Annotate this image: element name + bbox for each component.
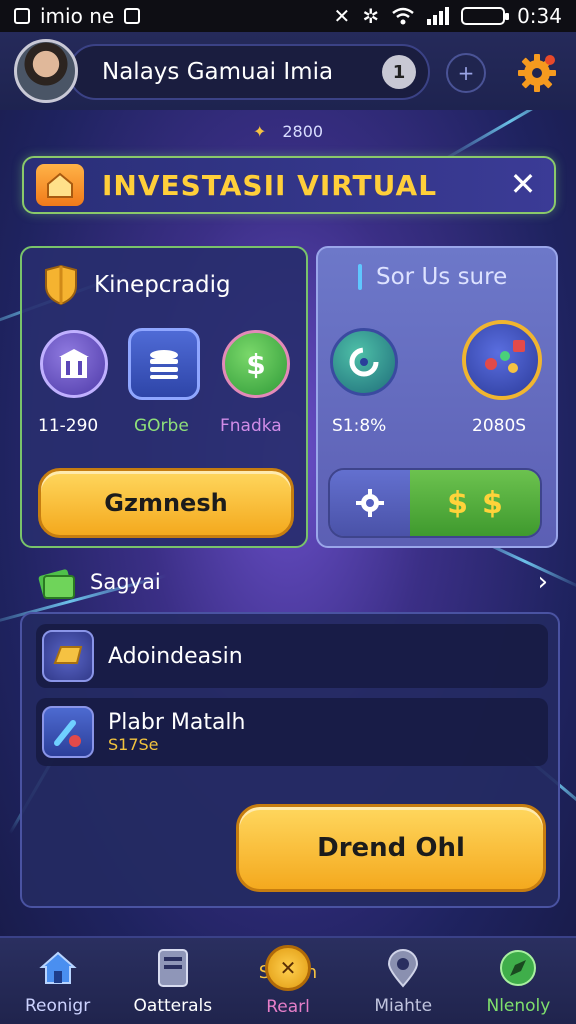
globe-chart-icon[interactable] [462, 320, 542, 400]
status-bar: imio ne ✕ ✲ 0:34 [0, 0, 576, 32]
stat-label-1: 11-290 [38, 416, 99, 436]
money-segment[interactable]: $ $ [410, 470, 540, 536]
avatar[interactable] [14, 39, 78, 103]
cash-stack-icon [38, 569, 75, 599]
section-header-row[interactable]: Sagyai › [36, 560, 548, 604]
currency-row: ✦ 2800 [0, 118, 576, 144]
nav-item-tablet[interactable]: Oatterals [115, 938, 230, 1024]
section-label: Sagyai [90, 570, 161, 594]
signal-icon [427, 7, 450, 25]
home-icon [36, 946, 80, 990]
primary-button-label: Drend Ohl [317, 833, 465, 863]
nav-label-compass: Nlenoly [486, 996, 551, 1016]
dollar-sign-2: $ [482, 485, 503, 521]
stat-label-2: GOrbe [134, 416, 189, 436]
left-investment-card: Kinepcradig $ 11-290 GOrbe Fnadka Gzmnes… [20, 246, 308, 548]
right-card-action-button[interactable]: $ $ [328, 468, 542, 538]
primary-action-button[interactable]: Drend Ohl [236, 804, 546, 892]
stat-label-3: Fnadka [220, 416, 282, 436]
status-time: 0:34 [517, 4, 562, 28]
building-icon[interactable] [40, 330, 108, 398]
gold-bar-icon [42, 630, 94, 682]
chart-ring-icon[interactable] [330, 328, 398, 396]
bottom-navigation: Reonigr Oatterals Sdr an ✕ Rearl Miahte … [0, 936, 576, 1024]
status-left-text: imio ne [40, 4, 115, 28]
plus-icon: + [457, 61, 475, 85]
nav-item-center[interactable]: Sdr an ✕ Rearl [230, 938, 345, 1024]
right-card-title: Sor Us sure [376, 264, 508, 290]
title-banner: INVESTASII VIRTUAL ✕ [22, 156, 556, 214]
sparkle-icon: ✦ [252, 121, 267, 141]
list-item-title: Adoindeasin [108, 643, 243, 669]
left-card-button-label: Gzmnesh [104, 489, 228, 517]
battery-icon [461, 7, 510, 25]
chevron-right-icon: › [537, 567, 548, 597]
notification-icon [14, 8, 30, 24]
close-button[interactable]: ✕ [506, 168, 540, 202]
list-item-title: Plabr Matalh [108, 710, 246, 735]
profile-header: Nalays Gamuai Imia 1 + [0, 32, 576, 110]
nav-label-home: Reonigr [25, 996, 91, 1016]
list-item-subtitle: S17Se [108, 735, 159, 754]
coin-stack-icon[interactable] [128, 328, 200, 400]
dollar-sign-1: $ [447, 485, 468, 521]
add-button[interactable]: + [446, 53, 486, 93]
left-card-title: Kinepcradig [94, 272, 231, 298]
gear-icon [518, 54, 556, 92]
dollar-icon[interactable]: $ [222, 330, 290, 398]
close-icon: ✕ [509, 165, 537, 203]
cog-icon [356, 489, 384, 517]
info-button[interactable]: 1 [382, 55, 416, 89]
settings-segment[interactable] [330, 470, 410, 536]
map-pin-icon [381, 946, 425, 990]
image-icon [124, 8, 141, 24]
wifi-icon [392, 7, 414, 25]
mute-icon: ✕ [333, 4, 351, 28]
right-stat-label-1: S1:8% [332, 416, 387, 436]
tool-icon [42, 706, 94, 758]
currency-value: 2800 [282, 121, 324, 141]
nav-label-center: Rearl [266, 997, 310, 1017]
nav-item-compass[interactable]: Nlenoly [461, 938, 576, 1024]
investment-list-panel: Adoindeasin Plabr Matalh S17Se Drend Ohl [20, 612, 560, 908]
nav-label-map: Miahte [374, 996, 433, 1016]
nav-label-tablet: Oatterals [133, 996, 213, 1016]
banner-title: INVESTASII VIRTUAL [102, 168, 438, 202]
title-marker [358, 264, 362, 290]
tablet-icon [151, 946, 195, 990]
vibrate-icon: ✲ [362, 4, 380, 28]
home-badge-icon [36, 164, 84, 206]
compass-icon [496, 946, 540, 990]
list-item[interactable]: Plabr Matalh S17Se [36, 698, 548, 766]
nav-item-home[interactable]: Reonigr [0, 938, 115, 1024]
right-investment-card: Sor Us sure S1:8% 2080S $ $ [316, 246, 558, 548]
left-card-action-button[interactable]: Gzmnesh [38, 468, 294, 538]
info-label: 1 [392, 61, 406, 83]
player-name-pill[interactable]: Nalays Gamuai Imia 1 [68, 44, 430, 100]
nav-item-map[interactable]: Miahte [346, 938, 461, 1024]
list-item[interactable]: Adoindeasin [36, 624, 548, 688]
player-name: Nalays Gamuai Imia [102, 59, 334, 85]
shield-icon [45, 264, 77, 306]
right-stat-label-2: 2080S [472, 416, 527, 436]
coin-icon: ✕ [265, 945, 311, 991]
settings-button[interactable] [514, 50, 560, 96]
